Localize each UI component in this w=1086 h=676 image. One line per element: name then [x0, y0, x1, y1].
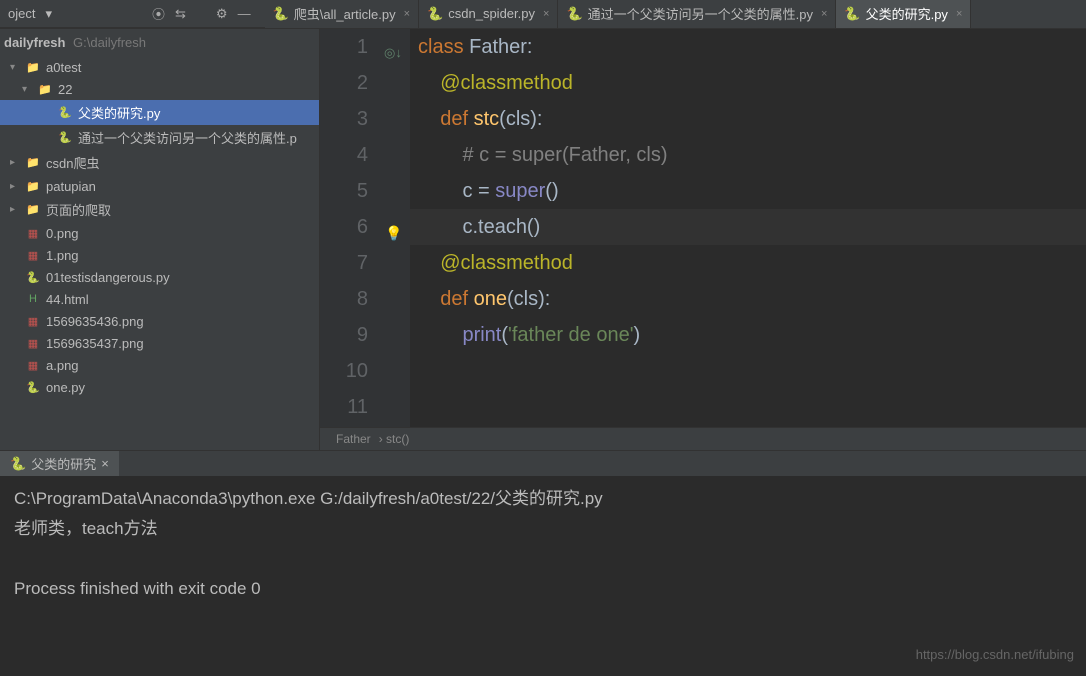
tree-item[interactable]: ▸ 📁 csdn爬虫	[0, 150, 319, 175]
tree-arrow-icon[interactable]: ▸	[10, 181, 20, 192]
tree-item[interactable]: 🐍 父类的研究.py	[0, 100, 319, 125]
console-tab[interactable]: 🐍 父类的研究 ×	[0, 451, 119, 476]
close-icon[interactable]: ×	[101, 456, 109, 471]
tree-label: one.py	[46, 380, 85, 395]
tree-item[interactable]: ▦ 0.png	[0, 222, 319, 244]
tree-arrow-icon[interactable]: ▾	[22, 84, 32, 95]
tree-label: 通过一个父类访问另一个父类的属性.p	[78, 128, 297, 147]
tree-arrow-icon[interactable]: ▸	[10, 204, 20, 215]
console-line: C:\ProgramData\Anaconda3\python.exe G:/d…	[14, 484, 1072, 514]
tree-item[interactable]: ▦ 1.png	[0, 244, 319, 266]
editor: 1234567891011 ◎↓ 💡 class Father: @classm…	[320, 29, 1086, 450]
tree-item[interactable]: ▾ 📁 a0test	[0, 56, 319, 78]
project-path: G:\dailyfresh	[73, 35, 146, 50]
gear-icon[interactable]: ⚙	[216, 6, 228, 22]
tree-label: 1569635437.png	[46, 336, 144, 351]
project-dropdown[interactable]: oject	[8, 6, 35, 21]
console-line: Process finished with exit code 0	[14, 574, 1072, 604]
tree-label: a.png	[46, 358, 79, 373]
tree-item[interactable]: H 44.html	[0, 288, 319, 310]
project-sidebar: dailyfresh G:\dailyfresh ▾ 📁 a0test ▾ 📁 22 🐍 父类…	[0, 29, 320, 450]
tree-label: 44.html	[46, 292, 89, 307]
project-name: dailyfresh	[4, 35, 65, 50]
console-tab-label: 父类的研究	[31, 454, 96, 473]
target-icon[interactable]: ⦿	[152, 4, 165, 23]
image-icon: ▦	[25, 313, 41, 329]
tree-label: 页面的爬取	[46, 200, 111, 219]
tree-label: 22	[58, 82, 72, 97]
close-icon[interactable]: ×	[404, 8, 410, 20]
tree-item[interactable]: ▦ 1569635437.png	[0, 332, 319, 354]
breadcrumb[interactable]: Father› stc()	[320, 427, 1086, 450]
tree-label: 1569635436.png	[46, 314, 144, 329]
python-icon: 🐍	[566, 6, 582, 22]
project-root[interactable]: dailyfresh G:\dailyfresh	[0, 29, 319, 56]
tree-label: 1.png	[46, 248, 79, 263]
image-icon: ▦	[25, 357, 41, 373]
tab-label: 通过一个父类访问另一个父类的属性.py	[588, 4, 813, 23]
tree-item[interactable]: ▸ 📁 patupian	[0, 175, 319, 197]
python-icon: 🐍	[10, 456, 26, 472]
editor-tab[interactable]: 🐍 通过一个父类访问另一个父类的属性.py ×	[558, 0, 836, 28]
tree-item[interactable]: ▸ 📁 页面的爬取	[0, 197, 319, 222]
editor-tab[interactable]: 🐍 csdn_spider.py ×	[419, 0, 558, 28]
python-icon: 🐍	[427, 6, 443, 22]
tree-item[interactable]: 🐍 通过一个父类访问另一个父类的属性.p	[0, 125, 319, 150]
tree-label: csdn爬虫	[46, 153, 99, 172]
gutter-marks: ◎↓ 💡	[380, 29, 410, 427]
tree-label: 父类的研究.py	[78, 103, 160, 122]
image-icon: ▦	[25, 225, 41, 241]
breadcrumb-method[interactable]: stc()	[386, 432, 409, 446]
tree-item[interactable]: 🐍 one.py	[0, 376, 319, 398]
watermark: https://blog.csdn.net/ifubing	[916, 640, 1074, 670]
tree-item[interactable]: ▦ 1569635436.png	[0, 310, 319, 332]
close-icon[interactable]: ×	[956, 8, 962, 20]
html-icon: H	[25, 291, 41, 307]
close-icon[interactable]: ×	[821, 8, 827, 20]
tree-label: 01testisdangerous.py	[46, 270, 170, 285]
tab-label: 父类的研究.py	[866, 4, 948, 23]
tree-label: 0.png	[46, 226, 79, 241]
editor-tab[interactable]: 🐍 爬虫\all_article.py ×	[265, 0, 420, 28]
folder-icon: 📁	[25, 59, 41, 75]
image-icon: ▦	[25, 247, 41, 263]
python-icon: 🐍	[844, 6, 860, 22]
breadcrumb-class[interactable]: Father	[336, 432, 371, 446]
image-icon: ▦	[25, 335, 41, 351]
run-icon[interactable]: ◎↓	[384, 35, 402, 71]
folder-icon: 📁	[25, 178, 41, 194]
chevron-down-icon[interactable]: ▾	[45, 6, 52, 22]
tree-item[interactable]: ▦ a.png	[0, 354, 319, 376]
python-icon: 🐍	[25, 269, 41, 285]
tree-item[interactable]: ▾ 📁 22	[0, 78, 319, 100]
console-line: 老师类，teach方法	[14, 514, 1072, 544]
console-tab-bar: 🐍 父类的研究 ×	[0, 450, 1086, 476]
close-icon[interactable]: ×	[543, 8, 549, 20]
folder-icon: 📁	[25, 202, 41, 218]
console-line	[14, 544, 1072, 574]
tab-label: csdn_spider.py	[448, 6, 535, 21]
minimize-icon[interactable]: —	[238, 6, 251, 21]
python-icon: 🐍	[57, 130, 73, 146]
python-icon: 🐍	[273, 6, 289, 22]
tree-arrow-icon[interactable]: ▾	[10, 62, 20, 73]
tree-arrow-icon[interactable]: ▸	[10, 157, 20, 168]
tree-label: a0test	[46, 60, 81, 75]
python-icon: 🐍	[25, 379, 41, 395]
tree-item[interactable]: 🐍 01testisdangerous.py	[0, 266, 319, 288]
line-gutter: 1234567891011	[320, 29, 380, 427]
topbar: oject ▾ ⦿ ⇆ ⚙ — 🐍 爬虫\all_article.py × 🐍 csdn…	[0, 0, 1086, 28]
editor-tab[interactable]: 🐍 父类的研究.py ×	[836, 0, 971, 28]
tab-label: 爬虫\all_article.py	[294, 4, 396, 23]
lightbulb-icon[interactable]: 💡	[385, 215, 402, 251]
folder-icon: 📁	[25, 155, 41, 171]
code-content[interactable]: class Father: @classmethod def stc(cls):…	[410, 29, 1086, 427]
python-icon: 🐍	[57, 105, 73, 121]
editor-tabs: 🐍 爬虫\all_article.py × 🐍 csdn_spider.py × 🐍 通过一个…	[265, 0, 1086, 28]
folder-icon: 📁	[37, 81, 53, 97]
tree-label: patupian	[46, 179, 96, 194]
collapse-icon[interactable]: ⇆	[175, 6, 186, 22]
run-console[interactable]: C:\ProgramData\Anaconda3\python.exe G:/d…	[0, 476, 1086, 676]
